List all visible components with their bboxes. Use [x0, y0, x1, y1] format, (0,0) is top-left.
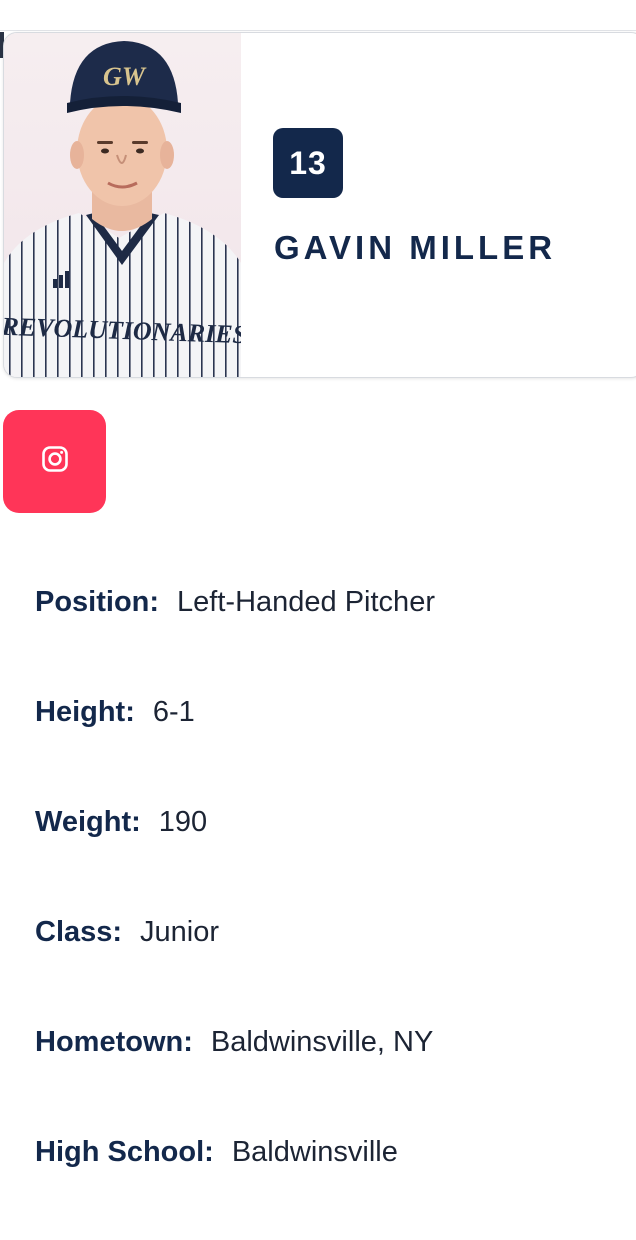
top-divider	[0, 30, 636, 31]
bio-row-class: Class: Junior	[35, 910, 625, 1020]
bio-value: 190	[158, 806, 208, 838]
bio-label: Height:	[35, 696, 135, 728]
bio-row-hometown: Hometown: Baldwinsville, NY	[35, 1020, 625, 1130]
svg-text:GW: GW	[103, 62, 147, 91]
bio-label: Position:	[35, 586, 160, 618]
instagram-icon	[41, 445, 69, 478]
bio-label: Hometown:	[35, 1026, 193, 1058]
bio-value: 6-1	[152, 696, 195, 728]
bio-label: High School:	[35, 1136, 214, 1168]
bio-row-high-school: High School: Baldwinsville	[35, 1130, 625, 1240]
player-headshot: GW REVOLUTIONARIES	[4, 33, 241, 377]
bio-value: Junior	[140, 916, 220, 948]
player-card: GW REVOLUTIONARIES 13 GAVIN MILLER	[3, 32, 636, 378]
bio-value: Left-Handed Pitcher	[177, 586, 435, 618]
bio-value: Baldwinsville, NY	[210, 1026, 434, 1058]
bio-row-position: Position: Left-Handed Pitcher	[35, 580, 625, 690]
bio-label: Weight:	[35, 806, 141, 838]
player-name: GAVIN MILLER	[274, 229, 557, 266]
bio-row-height: Height: 6-1	[35, 690, 625, 800]
bio-value: Baldwinsville	[231, 1136, 398, 1168]
jersey-number-badge: 13	[273, 128, 343, 198]
instagram-button[interactable]	[3, 410, 106, 513]
bio-row-weight: Weight: 190	[35, 800, 625, 910]
player-bio-list: Position: Left-Handed Pitcher Height: 6-…	[35, 580, 625, 1240]
bio-label: Class:	[35, 916, 123, 948]
